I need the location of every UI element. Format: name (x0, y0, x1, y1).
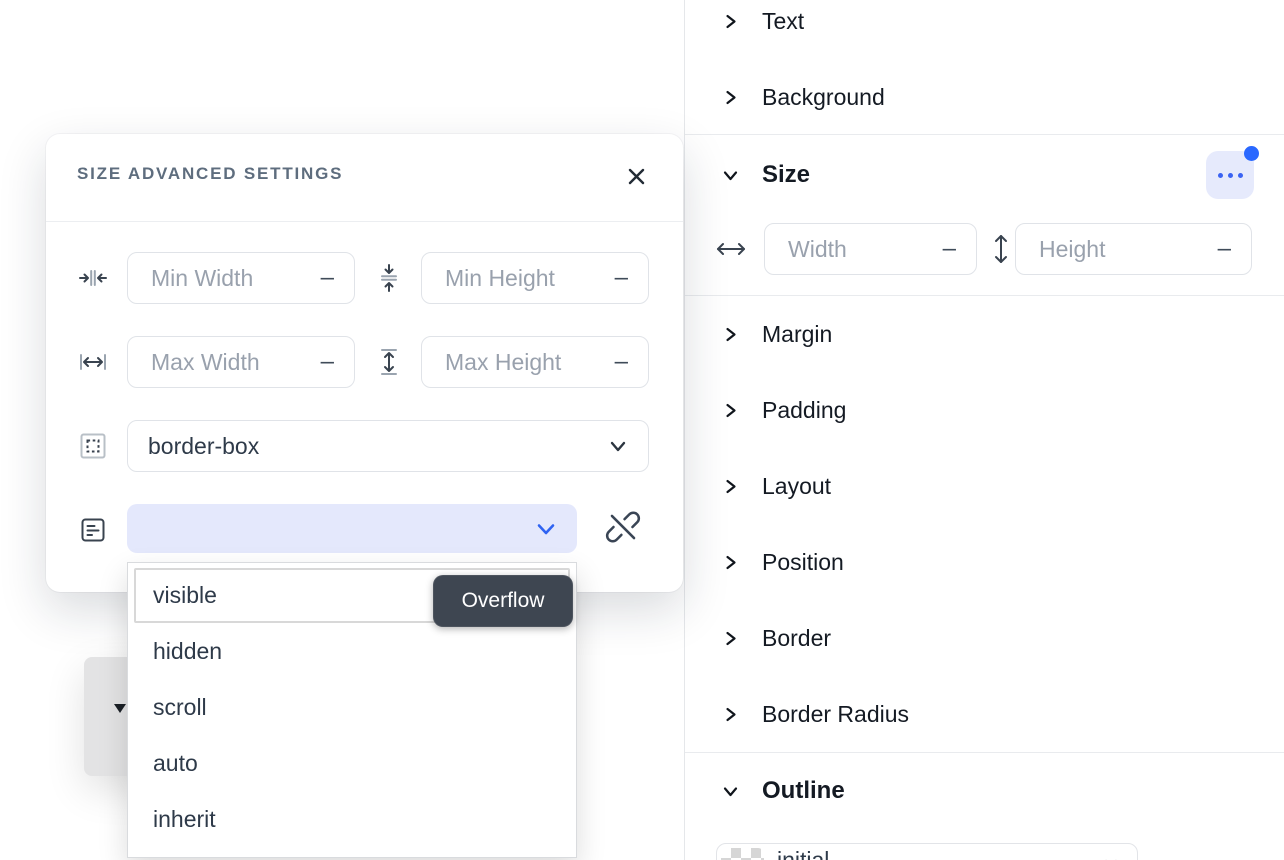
section-label: Outline (762, 777, 845, 805)
chevron-right-icon (723, 403, 738, 418)
option-inherit[interactable]: inherit (128, 791, 576, 847)
chevron-right-icon (723, 90, 738, 105)
min-width-field: – (127, 252, 355, 304)
chevron-right-icon (723, 327, 738, 342)
section-label: Border Radius (762, 701, 909, 728)
section-label: Size (762, 161, 810, 189)
section-label: Position (762, 549, 844, 576)
unlink-icon (603, 507, 643, 547)
unlink-button[interactable] (601, 505, 645, 549)
min-width-icon (78, 263, 108, 293)
width-field: – (764, 223, 977, 275)
option-hidden[interactable]: hidden (128, 623, 576, 679)
chevron-right-icon (723, 707, 738, 722)
chevron-down-icon (723, 784, 738, 799)
chevron-down-icon (1103, 856, 1119, 860)
section-text[interactable]: Text (723, 0, 804, 43)
overflow-tooltip: Overflow (433, 575, 573, 627)
max-width-field: – (127, 336, 355, 388)
min-height-icon (374, 263, 404, 293)
section-position[interactable]: Position (723, 540, 844, 584)
section-label: Layout (762, 473, 831, 500)
notification-dot-badge (1244, 146, 1259, 161)
close-button[interactable] (622, 162, 650, 190)
section-label: Text (762, 8, 804, 35)
section-outline[interactable]: Outline (723, 769, 845, 813)
option-auto[interactable]: auto (128, 735, 576, 791)
width-input[interactable] (765, 224, 976, 274)
outline-value-dropdown[interactable]: initial (716, 843, 1138, 860)
height-arrow-icon (991, 232, 1011, 266)
section-border[interactable]: Border (723, 616, 831, 660)
box-sizing-select[interactable]: border-box (127, 420, 649, 472)
section-label: Background (762, 84, 885, 111)
caret-down-icon (114, 704, 126, 713)
min-height-field: – (421, 252, 649, 304)
chevron-right-icon (723, 14, 738, 29)
max-height-input[interactable] (422, 337, 648, 387)
section-margin[interactable]: Margin (723, 312, 832, 356)
chevron-down-icon (607, 435, 629, 457)
divider (685, 295, 1284, 296)
modal-title: SIZE ADVANCED SETTINGS (77, 164, 343, 184)
height-field: – (1015, 223, 1252, 275)
overflow-icon (78, 515, 108, 545)
chevron-right-icon (723, 479, 738, 494)
section-background[interactable]: Background (723, 75, 885, 119)
chevron-down-icon (723, 168, 738, 183)
ellipsis-icon (1218, 173, 1223, 178)
max-width-icon (78, 347, 108, 377)
divider (46, 221, 683, 222)
transparency-swatch (721, 848, 764, 860)
chevron-right-icon (723, 631, 738, 646)
option-scroll[interactable]: scroll (128, 679, 576, 735)
divider (685, 752, 1284, 753)
chevron-down-icon (534, 517, 558, 541)
overflow-select[interactable] (127, 504, 577, 553)
style-editor-screen: Text Background Size – (0, 0, 1284, 860)
size-advanced-settings-modal: SIZE ADVANCED SETTINGS – (46, 134, 683, 592)
section-size[interactable]: Size (723, 153, 810, 197)
box-sizing-value: border-box (128, 433, 259, 460)
max-height-field: – (421, 336, 649, 388)
chevron-right-icon (723, 555, 738, 570)
size-more-options-button[interactable] (1206, 151, 1254, 199)
section-label: Padding (762, 397, 846, 424)
section-layout[interactable]: Layout (723, 464, 831, 508)
section-padding[interactable]: Padding (723, 388, 846, 432)
style-inspector-panel: Text Background Size – (684, 0, 1284, 860)
section-border-radius[interactable]: Border Radius (723, 692, 909, 736)
section-label: Margin (762, 321, 832, 348)
section-label: Border (762, 625, 831, 652)
min-width-input[interactable] (128, 253, 354, 303)
close-icon (626, 166, 647, 187)
max-height-icon (374, 347, 404, 377)
outline-value: initial (777, 847, 829, 860)
max-width-input[interactable] (128, 337, 354, 387)
height-input[interactable] (1016, 224, 1251, 274)
divider (685, 134, 1284, 135)
box-sizing-icon (78, 431, 108, 461)
min-height-input[interactable] (422, 253, 648, 303)
width-arrow-icon (714, 239, 748, 259)
